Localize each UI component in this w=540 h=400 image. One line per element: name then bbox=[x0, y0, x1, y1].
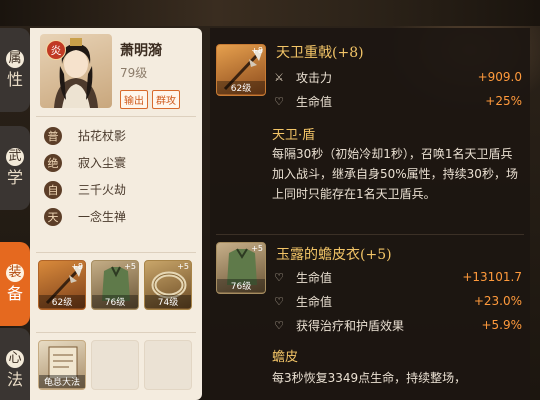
enhance-level: +8 bbox=[251, 46, 263, 55]
equipment-slots: +8 62级 +5 76级 +5 74级 bbox=[38, 260, 192, 310]
item-level: 74级 bbox=[145, 295, 191, 308]
skill-type-icon: 绝 bbox=[44, 153, 62, 172]
skill-name: 拈花杖影 bbox=[78, 129, 127, 143]
stat-value: +13101.7 bbox=[462, 270, 522, 284]
equipment-slot-weapon[interactable]: +8 62级 bbox=[38, 260, 86, 310]
enhance-level: +5 bbox=[251, 244, 263, 253]
stat-name: 生命值 bbox=[296, 270, 333, 285]
character-portrait[interactable]: 炎 bbox=[40, 34, 112, 108]
skill-type-icon: 普 bbox=[44, 126, 62, 145]
item-separator bbox=[216, 234, 524, 235]
role-tags: 输出 群攻 bbox=[120, 90, 180, 109]
enhance-level: +5 bbox=[177, 262, 189, 271]
character-name: 萧明漪 bbox=[120, 43, 162, 59]
stat-name: 攻击力 bbox=[296, 70, 333, 85]
heart-icon: ♡ bbox=[274, 270, 284, 284]
item-level: 76级 bbox=[92, 295, 138, 308]
tab-martial-top-char: 武 bbox=[6, 148, 24, 166]
tab-heart-method[interactable]: 心 法 bbox=[0, 328, 30, 400]
skill-row[interactable]: 普 拈花杖影 bbox=[44, 122, 194, 149]
method-slot-empty[interactable] bbox=[91, 340, 139, 390]
item-title: 玉露的蟾皮衣(+5) bbox=[276, 247, 392, 263]
skill-row[interactable]: 绝 寂入尘寰 bbox=[44, 149, 194, 176]
role-tag-output: 输出 bbox=[120, 90, 148, 109]
equipment-slot-armor[interactable]: +5 76级 bbox=[91, 260, 139, 310]
sword-icon: ⚔ bbox=[274, 70, 284, 84]
effect-title: 蟾皮 bbox=[272, 350, 299, 365]
vertical-tab-bar: 属 性 武 学 装 备 心 法 bbox=[0, 28, 30, 400]
stat-row: ♡ 生命值 +23.0% bbox=[272, 290, 522, 312]
equipment-slot-accessory[interactable]: +5 74级 bbox=[144, 260, 192, 310]
item-title: 天卫重戟(+8) bbox=[276, 45, 364, 61]
skill-type-icon: 自 bbox=[44, 180, 62, 199]
stat-row: ♡ 生命值 +13101.7 bbox=[272, 266, 522, 288]
heart-method-slots: 龟息大法 bbox=[38, 340, 192, 390]
skill-name: 一念生禅 bbox=[78, 210, 127, 224]
role-tag-aoe: 群攻 bbox=[152, 90, 180, 109]
item-level: 76级 bbox=[217, 279, 265, 292]
enhance-level: +5 bbox=[124, 262, 136, 271]
divider bbox=[36, 332, 196, 333]
tab-attributes-bottom-char: 性 bbox=[6, 70, 23, 89]
stat-row: ⚔ 攻击力 +909.0 bbox=[272, 66, 522, 88]
skill-type-icon: 天 bbox=[44, 207, 62, 226]
tab-equipment-top-char: 装 bbox=[6, 264, 24, 282]
tab-method-bottom-char: 法 bbox=[6, 370, 23, 389]
skill-row[interactable]: 天 一念生禅 bbox=[44, 203, 194, 230]
tab-martial-bottom-char: 学 bbox=[6, 168, 23, 187]
skill-name: 寂入尘寰 bbox=[78, 156, 127, 170]
equipment-detail-panel: +8 62级 天卫重戟(+8) ⚔ 攻击力 +909.0 ♡ 生命值 +25% … bbox=[210, 28, 530, 400]
effect-title: 天卫·盾 bbox=[272, 128, 316, 143]
stat-value: +909.0 bbox=[477, 70, 522, 84]
element-fire-badge: 炎 bbox=[46, 40, 66, 60]
effect-description: 每3秒恢复3349点生命，持续整场， bbox=[272, 371, 467, 385]
method-name: 龟息大法 bbox=[39, 375, 85, 388]
tab-attributes[interactable]: 属 性 bbox=[0, 28, 30, 112]
stat-value: +5.9% bbox=[481, 318, 522, 332]
heart-icon: ♡ bbox=[274, 318, 284, 332]
divider bbox=[36, 252, 196, 253]
tab-martial-arts[interactable]: 武 学 bbox=[0, 126, 30, 210]
skill-list: 普 拈花杖影 绝 寂入尘寰 自 三千火劫 天 一念生禅 bbox=[44, 122, 194, 230]
tab-method-top-char: 心 bbox=[6, 350, 24, 368]
stat-name: 获得治疗和护盾效果 bbox=[296, 318, 405, 333]
stat-value: +25% bbox=[485, 94, 522, 108]
divider bbox=[36, 116, 196, 117]
stat-row: ♡ 获得治疗和护盾效果 +5.9% bbox=[272, 314, 522, 336]
item-icon-armor[interactable]: +5 76级 bbox=[216, 242, 266, 294]
character-panel: 炎 萧明漪 79级 输出 群攻 普 拈花杖影 绝 寂入尘寰 自 三千火劫 天 一… bbox=[30, 28, 202, 400]
enhance-level: +8 bbox=[71, 262, 83, 271]
stat-row: ♡ 生命值 +25% bbox=[272, 90, 522, 112]
method-slot-filled[interactable]: 龟息大法 bbox=[38, 340, 86, 390]
heart-icon: ♡ bbox=[274, 294, 284, 308]
tab-equipment[interactable]: 装 备 bbox=[0, 242, 30, 326]
tab-attributes-top-char: 属 bbox=[6, 50, 24, 68]
method-slot-empty[interactable] bbox=[144, 340, 192, 390]
effect-description: 每隔30秒（初始冷却1秒），召唤1名天卫盾兵加入战斗，继承自身50%属性，持续3… bbox=[272, 147, 518, 201]
stat-value: +23.0% bbox=[473, 294, 522, 308]
item-icon-weapon[interactable]: +8 62级 bbox=[216, 44, 266, 96]
skill-row[interactable]: 自 三千火劫 bbox=[44, 176, 194, 203]
tab-equipment-bottom-char: 备 bbox=[6, 284, 23, 303]
character-level: 79级 bbox=[120, 66, 148, 80]
top-scene-strip bbox=[0, 0, 540, 26]
item-level: 62级 bbox=[217, 81, 265, 94]
item-level: 62级 bbox=[39, 295, 85, 308]
stat-name: 生命值 bbox=[296, 94, 333, 109]
stat-name: 生命值 bbox=[296, 294, 333, 309]
heart-icon: ♡ bbox=[274, 94, 284, 108]
skill-name: 三千火劫 bbox=[78, 183, 127, 197]
